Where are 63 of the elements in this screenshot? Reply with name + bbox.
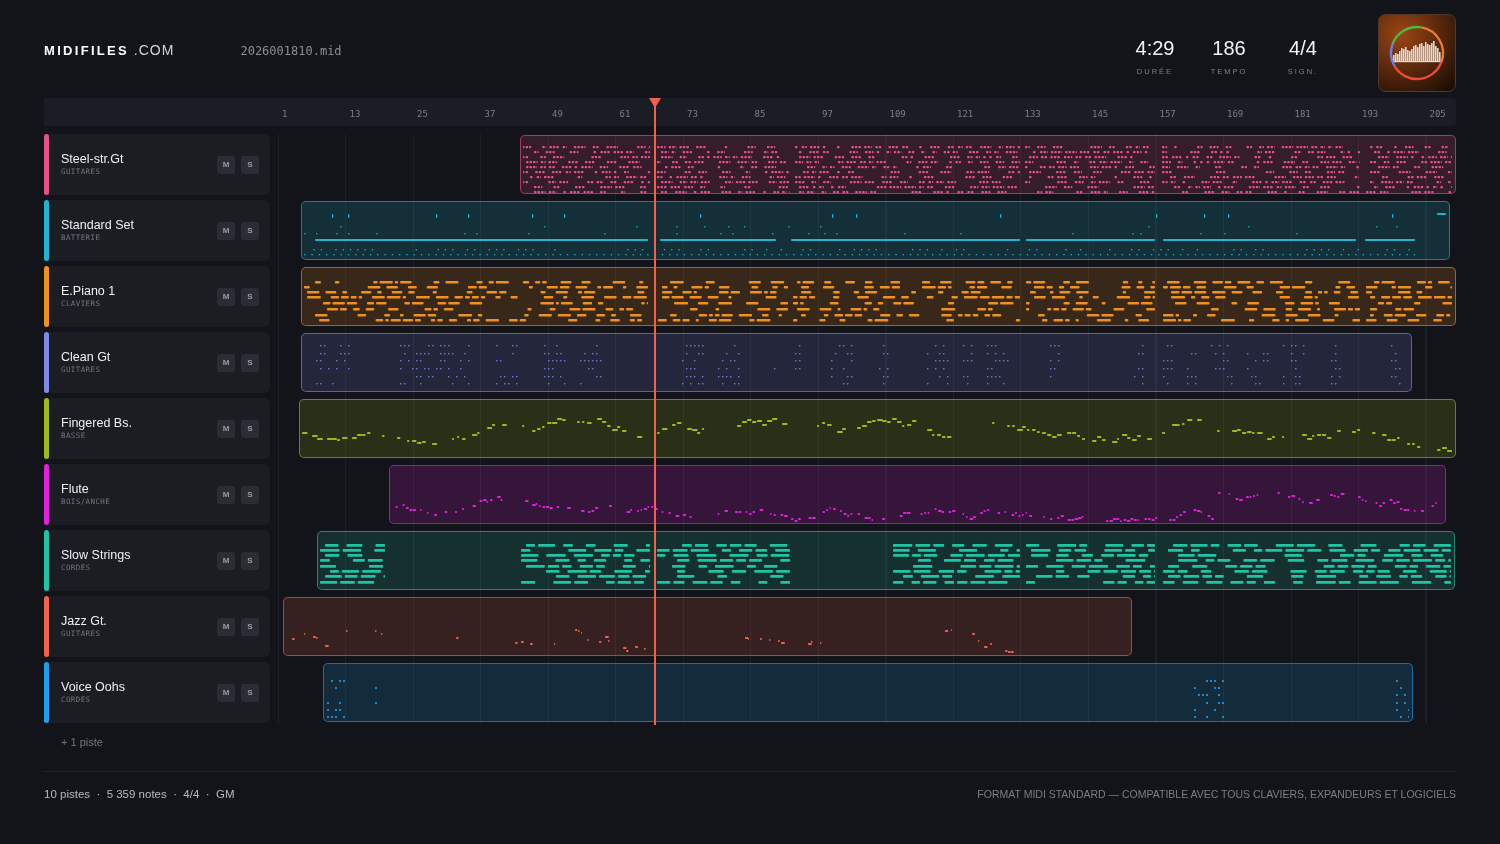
mute-button[interactable]: M: [217, 683, 235, 702]
bar-number: 25: [417, 109, 428, 119]
logo[interactable]: MIDIFILES .COM: [44, 42, 175, 58]
mute-button[interactable]: M: [217, 287, 235, 306]
bar-number: 205: [1429, 109, 1446, 119]
bar-number: 109: [889, 109, 906, 119]
bar-number: 169: [1227, 109, 1244, 119]
midi-clip[interactable]: [389, 465, 1446, 524]
bar-number: 97: [822, 109, 833, 119]
track-name: Voice Oohs: [61, 680, 125, 695]
midi-clip[interactable]: [317, 531, 1455, 590]
track-name: Slow Strings: [61, 548, 131, 563]
midi-clip[interactable]: [299, 399, 1456, 458]
mute-button[interactable]: M: [217, 353, 235, 372]
track-name: Jazz Gt.: [61, 614, 107, 629]
mute-button[interactable]: M: [217, 155, 235, 174]
bar-number: 121: [957, 109, 974, 119]
solo-button[interactable]: S: [241, 353, 259, 372]
bar-number: 85: [754, 109, 766, 119]
track-name: Steel-str.Gt: [61, 152, 124, 167]
mute-button[interactable]: M: [217, 419, 235, 438]
mute-button[interactable]: M: [217, 485, 235, 504]
bar-number: 133: [1024, 109, 1041, 119]
solo-button[interactable]: S: [241, 485, 259, 504]
bar-number: 193: [1362, 109, 1379, 119]
bar-number: 145: [1092, 109, 1109, 119]
bar-number: 1: [282, 109, 288, 119]
bar-number: 49: [552, 109, 563, 119]
playhead-handle[interactable]: [649, 98, 662, 108]
midi-clip[interactable]: [520, 135, 1456, 194]
footer-summary: 10 pistes · 5 359 notes · 4/4 · GM: [44, 788, 235, 800]
solo-button[interactable]: S: [241, 287, 259, 306]
bar-number: 61: [619, 109, 631, 119]
midi-clip[interactable]: [301, 267, 1456, 326]
bar-number: 13: [349, 109, 361, 119]
midi-clip[interactable]: [323, 663, 1413, 722]
track-name: Standard Set: [61, 218, 134, 233]
bar-number: 37: [484, 109, 496, 119]
more-tracks-link[interactable]: + 1 piste: [61, 736, 103, 748]
solo-button[interactable]: S: [241, 683, 259, 702]
bar-number: 73: [687, 109, 698, 119]
track-name: Fingered Bs.: [61, 416, 132, 431]
stat-value: 4/4: [1289, 36, 1317, 59]
file-name: 2026001810.mid: [240, 44, 342, 58]
mute-button[interactable]: M: [217, 617, 235, 636]
track-name: Clean Gt: [61, 350, 111, 365]
bar-number: 157: [1159, 109, 1176, 119]
solo-button[interactable]: S: [241, 419, 259, 438]
solo-button[interactable]: S: [241, 155, 259, 174]
midi-clip[interactable]: [301, 333, 1412, 392]
stat-value: 4:29: [1135, 36, 1175, 59]
track-name: Flute: [61, 482, 90, 497]
solo-button[interactable]: S: [241, 221, 259, 240]
bar-number: 181: [1294, 109, 1311, 119]
midi-clip[interactable]: [283, 597, 1132, 656]
mute-button[interactable]: M: [217, 551, 235, 570]
midi-clip[interactable]: [301, 201, 1450, 260]
solo-button[interactable]: S: [241, 617, 259, 636]
mute-button[interactable]: M: [217, 221, 235, 240]
solo-button[interactable]: S: [241, 551, 259, 570]
track-name: E.Piano 1: [61, 284, 116, 299]
stat-value: 186: [1212, 36, 1246, 59]
footer-note: FORMAT MIDI STANDARD — COMPATIBLE AVEC TOUS CLAVIERS, EXPANDEURS ET LOGICIELS: [977, 788, 1456, 800]
